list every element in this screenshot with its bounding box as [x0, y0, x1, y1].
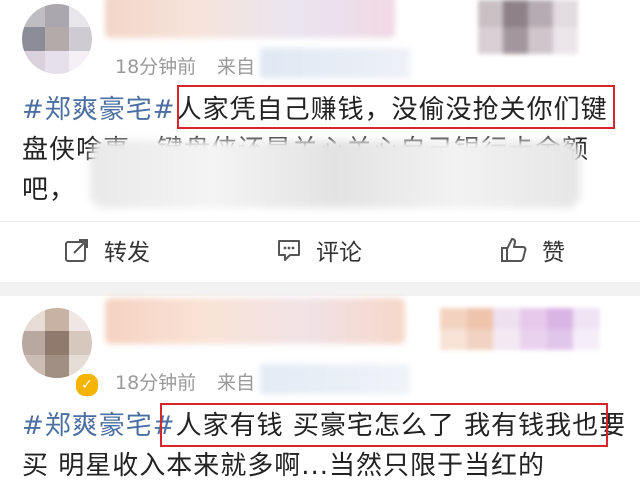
post-time: 18分钟前: [115, 372, 197, 394]
hashtag-link[interactable]: #郑爽豪宅#: [22, 95, 176, 125]
avatar[interactable]: [22, 308, 92, 378]
feed-separator: [0, 282, 640, 296]
follow-button-blurred[interactable]: [440, 308, 600, 350]
comment-label: 评论: [316, 240, 362, 266]
highlight-box: [160, 403, 608, 447]
source-device-blurred: [260, 48, 410, 78]
body-line-2: 买 明星收入本来就多啊...当然只限于当红的: [22, 451, 546, 481]
highlight-box: [177, 85, 615, 129]
follow-button-blurred[interactable]: [478, 0, 578, 54]
post-time: 18分钟前: [115, 56, 197, 78]
text-redaction-blur: [90, 140, 580, 208]
body-line-3: 吧，: [22, 175, 77, 205]
avatar[interactable]: [22, 4, 92, 74]
source-label: 来自: [217, 372, 256, 394]
source-label: 来自: [217, 56, 256, 78]
repost-button[interactable]: 转发: [64, 228, 150, 272]
divider: [0, 221, 640, 222]
source-device-blurred: [260, 364, 410, 394]
username-blurred[interactable]: [105, 298, 405, 344]
like-button[interactable]: 赞: [500, 228, 565, 272]
repost-icon: [65, 239, 88, 262]
hashtag-link[interactable]: #郑爽豪宅#: [22, 411, 176, 441]
repost-label: 转发: [104, 240, 150, 266]
verified-badge-icon: ✓: [74, 372, 100, 398]
username-blurred[interactable]: [105, 0, 395, 38]
comment-icon: [278, 240, 300, 261]
like-label: 赞: [542, 240, 565, 266]
comment-button[interactable]: 评论: [276, 228, 362, 272]
thumbs-up-icon: [501, 238, 527, 262]
